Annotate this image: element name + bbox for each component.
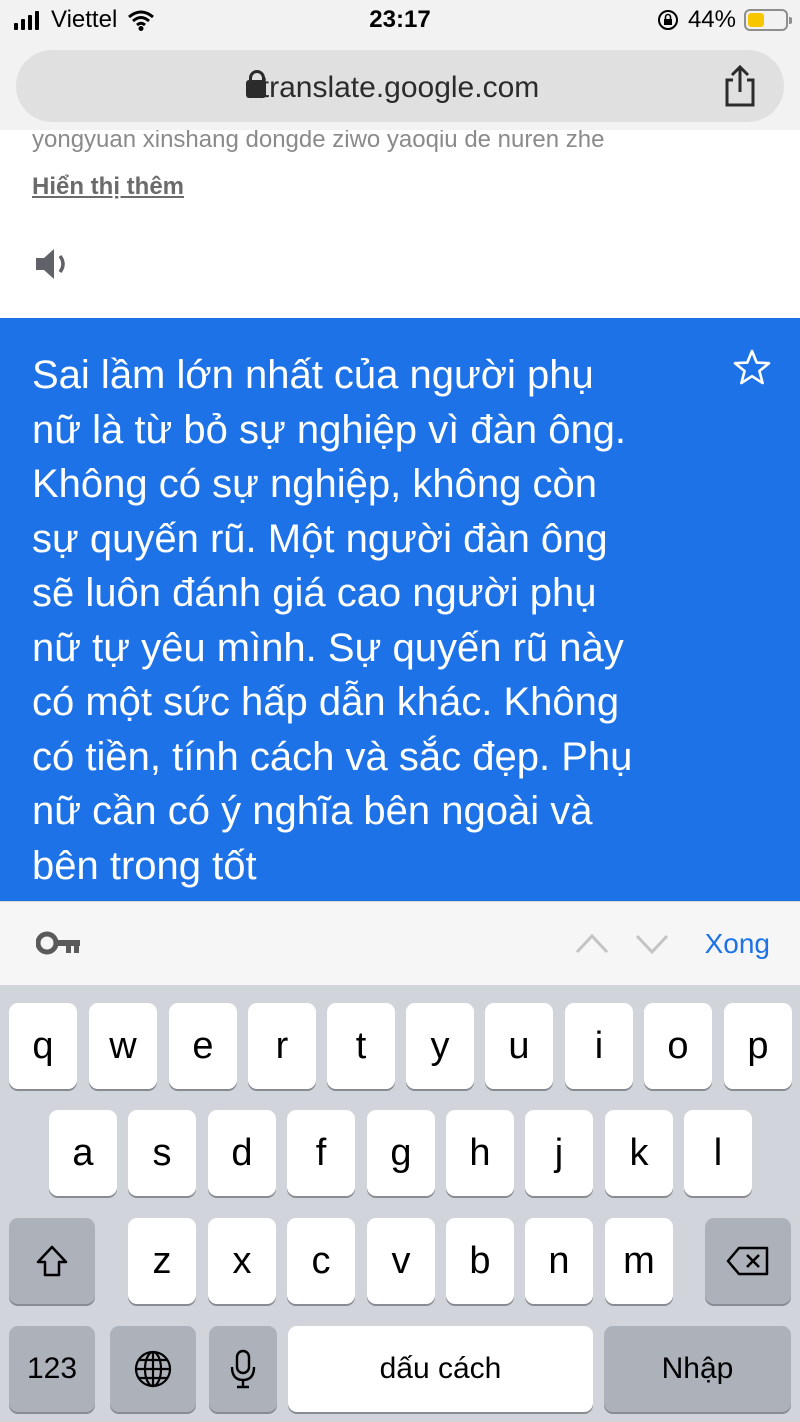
key-j[interactable]: j [525, 1110, 593, 1196]
numbers-key[interactable]: 123 [9, 1326, 95, 1412]
key-l[interactable]: l [684, 1110, 752, 1196]
keyboard-accessory-bar: Xong [0, 901, 800, 985]
key-w[interactable]: w [89, 1003, 157, 1089]
done-button[interactable]: Xong [705, 928, 770, 960]
key-y[interactable]: y [406, 1003, 474, 1089]
key-z[interactable]: z [128, 1218, 196, 1304]
key-v[interactable]: v [367, 1218, 435, 1304]
key-p[interactable]: p [724, 1003, 792, 1089]
translation-line: Sai lầm lớn nhất của người phụ [32, 353, 594, 397]
translation-line: sự quyến rũ. Một người đàn ông [32, 516, 608, 561]
source-panel: yongyuan xinshang dongde ziwo yaoqiu de … [0, 130, 800, 318]
keyboard: q w e r t y u i o p a s d f g h j k l z … [0, 985, 800, 1422]
translation-line: có một sức hấp dẫn khác. Không [32, 680, 620, 724]
return-key[interactable]: Nhập [604, 1326, 791, 1412]
space-key-label: dấu cách [379, 1352, 502, 1385]
shift-key[interactable] [9, 1218, 95, 1304]
key-q[interactable]: q [9, 1003, 77, 1089]
romanization-text: yongyuan xinshang dongde ziwo yaoqiu de … [32, 130, 605, 153]
browser-toolbar: translate.google.com [0, 42, 800, 130]
delete-key[interactable] [705, 1218, 791, 1304]
status-right: 44% [656, 6, 792, 34]
translation-line: nữ là từ bỏ sự nghiệp vì đàn ông. [32, 407, 627, 452]
speaker-icon[interactable] [34, 246, 74, 282]
key-u[interactable]: u [485, 1003, 553, 1089]
key-g[interactable]: g [367, 1110, 435, 1196]
share-icon[interactable] [720, 64, 760, 108]
translation-line: có tiền, tính cách và sắc đẹp. Phụ [32, 734, 633, 779]
url-text: translate.google.com [260, 71, 540, 104]
key-i[interactable]: i [565, 1003, 633, 1089]
translation-line: sẽ luôn đánh giá cao người phụ [32, 571, 597, 615]
key-o[interactable]: o [644, 1003, 712, 1089]
translation-text: Sai lầm lớn nhất của người phụ nữ là từ … [32, 348, 712, 893]
microphone-icon [230, 1349, 256, 1389]
microphone-key[interactable] [209, 1326, 277, 1412]
translation-line: nữ tự yêu mình. Sự quyến rũ này [32, 625, 624, 670]
portrait-lock-icon [657, 10, 678, 30]
address-bar[interactable]: translate.google.com [16, 50, 784, 122]
translation-line: bên trong tốt [32, 843, 257, 888]
delete-icon [726, 1246, 769, 1276]
key-s[interactable]: s [128, 1110, 196, 1196]
battery-fill [748, 13, 764, 27]
key-t[interactable]: t [327, 1003, 395, 1089]
status-bar: Viettel 23:17 44% [0, 0, 800, 42]
chevron-down-icon[interactable] [634, 928, 670, 958]
key-m[interactable]: m [605, 1218, 673, 1304]
key-a[interactable]: a [49, 1110, 117, 1196]
key-h[interactable]: h [446, 1110, 514, 1196]
star-icon[interactable] [732, 348, 772, 388]
key-c[interactable]: c [287, 1218, 355, 1304]
key-k[interactable]: k [605, 1110, 673, 1196]
globe-key[interactable] [110, 1326, 196, 1412]
numbers-key-label: 123 [26, 1352, 78, 1385]
key-r[interactable]: r [248, 1003, 316, 1089]
key-e[interactable]: e [169, 1003, 237, 1089]
translation-line: nữ cần có ý nghĩa bên ngoài và [32, 789, 593, 833]
key-d[interactable]: d [208, 1110, 276, 1196]
space-key[interactable]: dấu cách [288, 1326, 593, 1412]
key-b[interactable]: b [446, 1218, 514, 1304]
shift-icon [36, 1245, 68, 1277]
key-f[interactable]: f [287, 1110, 355, 1196]
key-icon[interactable] [36, 930, 82, 956]
battery-percent: 44% [687, 6, 736, 33]
key-x[interactable]: x [208, 1218, 276, 1304]
show-more-link[interactable]: Hiển thị thêm [32, 173, 184, 201]
battery-icon [744, 9, 792, 31]
return-key-label: Nhập [661, 1352, 734, 1385]
translation-line: Không có sự nghiệp, không còn [32, 462, 597, 506]
chevron-up-icon[interactable] [574, 928, 610, 958]
translation-panel: Sai lầm lớn nhất của người phụ nữ là từ … [0, 318, 800, 901]
globe-icon [134, 1350, 172, 1388]
key-n[interactable]: n [525, 1218, 593, 1304]
